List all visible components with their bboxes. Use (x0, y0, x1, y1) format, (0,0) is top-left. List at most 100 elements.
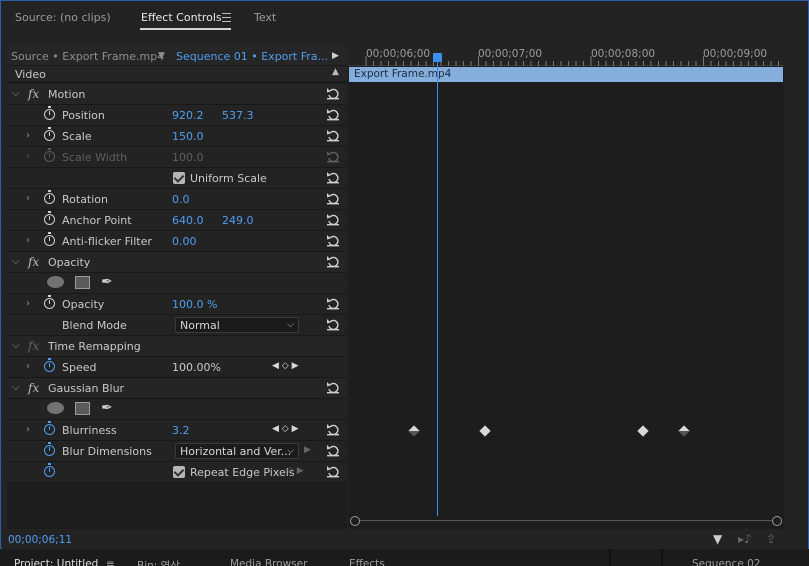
current-timecode[interactable]: 00;00;06;11 (8, 534, 72, 546)
blend-mode-dropdown[interactable]: Normal ⌵ (175, 317, 299, 333)
reset-icon[interactable] (326, 318, 340, 331)
time-ruler[interactable]: 00;00;06;00 00;00;07;00 00;00;08;00 00;0… (348, 46, 784, 66)
twirl-right-icon[interactable]: › (26, 361, 30, 372)
timeline-zoom-scrollbar[interactable] (350, 516, 782, 526)
panel-menu-icon[interactable]: ≡ (106, 558, 115, 566)
rotation-value[interactable]: 0.0 (172, 193, 190, 206)
opacity-value[interactable]: 100.0 % (172, 298, 217, 311)
stopwatch-icon[interactable] (44, 211, 55, 225)
clip-bar[interactable]: Export Frame.mp4 (349, 67, 783, 82)
chevron-down-icon[interactable]: ▼ (158, 51, 165, 61)
position-x-value[interactable]: 920.2 (172, 109, 204, 122)
reset-icon[interactable] (326, 297, 340, 310)
gaussian-blur-row[interactable]: ⌵ fx Gaussian Blur (7, 378, 347, 399)
export-icon[interactable]: ⇪ (766, 532, 776, 546)
panel-menu-icon[interactable] (222, 13, 231, 25)
keyframe-diamond[interactable] (678, 425, 690, 437)
uniform-scale-checkbox[interactable] (173, 172, 185, 184)
reset-icon[interactable] (326, 192, 340, 205)
sequence-clip-label[interactable]: Sequence 01 • Export Fra... (176, 50, 328, 63)
twirl-right-icon[interactable]: › (26, 130, 30, 141)
twirl-down-icon[interactable]: ⌵ (12, 256, 20, 267)
twirl-right-icon[interactable]: › (26, 193, 30, 204)
fx-icon[interactable]: fx (28, 255, 39, 269)
ellipse-mask-icon[interactable] (47, 276, 64, 288)
twirl-down-icon[interactable]: ⌵ (12, 340, 20, 351)
scale-value[interactable]: 150.0 (172, 130, 204, 143)
keyframe-diamond[interactable] (408, 425, 420, 437)
pen-mask-icon[interactable]: ✒ (101, 400, 113, 416)
reset-icon[interactable] (326, 87, 340, 100)
play-triangle-icon[interactable]: ▶ (332, 51, 339, 61)
tab-effects[interactable]: Effects (349, 558, 385, 566)
stopwatch-icon[interactable] (44, 463, 55, 477)
twirl-right-icon[interactable]: › (26, 424, 30, 435)
zoom-right-handle[interactable] (772, 516, 782, 526)
tab-source[interactable]: Source: (no clips) (15, 11, 111, 24)
opacity-effect-row[interactable]: ⌵ fx Opacity (7, 252, 347, 273)
keyframe-diamond[interactable] (479, 425, 491, 437)
time-remapping-row[interactable]: ⌵ fx Time Remapping (7, 336, 347, 357)
repeat-edge-checkbox[interactable] (173, 466, 185, 478)
reset-icon[interactable] (326, 465, 340, 478)
tab-bin[interactable]: Bin: 영상 (137, 558, 180, 566)
twirl-down-icon[interactable]: ⌵ (12, 88, 20, 99)
stopwatch-icon[interactable] (44, 106, 55, 120)
add-keyframe-icon[interactable]: ◇ (282, 361, 289, 371)
pen-mask-icon[interactable]: ✒ (101, 274, 113, 290)
tab-text[interactable]: Text (254, 11, 276, 24)
reset-icon[interactable] (326, 423, 340, 436)
vertical-scrollbar[interactable] (784, 46, 802, 529)
reset-icon[interactable] (326, 171, 340, 184)
stopwatch-icon[interactable] (44, 127, 55, 141)
tab-project[interactable]: Project: Untitled (14, 558, 98, 566)
fx-icon[interactable]: fx (28, 381, 39, 395)
motion-effect-row[interactable]: ⌵ fx Motion (7, 84, 347, 105)
playhead-line[interactable] (437, 58, 438, 516)
reset-icon[interactable] (326, 381, 340, 394)
twirl-down-icon[interactable]: ⌵ (12, 382, 20, 393)
stopwatch-icon[interactable] (44, 358, 55, 372)
anchor-y-value[interactable]: 249.0 (222, 214, 254, 227)
tab-sequence[interactable]: Sequence 02 (692, 558, 761, 566)
stopwatch-icon[interactable] (44, 190, 55, 204)
next-keyframe-icon[interactable]: ▶ (292, 361, 299, 371)
twirl-right-icon[interactable]: › (26, 235, 30, 246)
reset-icon[interactable] (326, 444, 340, 457)
blur-dimensions-dropdown[interactable]: Horizontal and Ver... ⌵ (175, 443, 299, 459)
reset-icon[interactable] (326, 255, 340, 268)
play-audio-icon[interactable]: ▸♪ (738, 532, 752, 546)
playhead-handle[interactable] (433, 53, 442, 62)
rectangle-mask-icon[interactable] (75, 276, 90, 289)
blurriness-value[interactable]: 3.2 (172, 424, 190, 437)
ellipse-mask-icon[interactable] (47, 402, 64, 414)
tab-media-browser[interactable]: Media Browser (230, 558, 307, 566)
add-keyframe-icon[interactable]: ◇ (282, 424, 289, 434)
stopwatch-icon[interactable] (44, 421, 55, 435)
prev-keyframe-icon[interactable]: ◀ (272, 424, 279, 434)
speed-value[interactable]: 100.00% (172, 361, 221, 374)
reset-icon[interactable] (326, 108, 340, 121)
master-clip-label[interactable]: Source • Export Frame.mp4 (11, 50, 164, 63)
stopwatch-icon[interactable] (44, 295, 55, 309)
twirl-right-icon[interactable]: › (26, 298, 30, 309)
prev-keyframe-icon[interactable]: ◀ (272, 361, 279, 371)
effect-timeline[interactable]: 00;00;06;00 00;00;07;00 00;00;08;00 00;0… (348, 46, 784, 529)
reset-icon[interactable] (326, 213, 340, 226)
zoom-left-handle[interactable] (350, 516, 360, 526)
anti-flicker-value[interactable]: 0.00 (172, 235, 197, 248)
rectangle-mask-icon[interactable] (75, 402, 90, 415)
keyframe-nav: ◀ ◇ ▶ (272, 424, 299, 434)
collapse-up-icon[interactable]: ▲ (332, 67, 339, 77)
stopwatch-icon[interactable] (44, 232, 55, 246)
next-keyframe-icon[interactable]: ▶ (292, 424, 299, 434)
keyframe-diamond[interactable] (637, 425, 649, 437)
anchor-x-value[interactable]: 640.0 (172, 214, 204, 227)
tab-effect-controls[interactable]: Effect Controls (141, 11, 222, 24)
position-y-value[interactable]: 537.3 (222, 109, 254, 122)
fx-icon[interactable]: fx (28, 87, 39, 101)
reset-icon[interactable] (326, 234, 340, 247)
filter-icon[interactable]: ▼ (713, 532, 722, 546)
stopwatch-icon[interactable] (44, 442, 55, 456)
reset-icon[interactable] (326, 129, 340, 142)
